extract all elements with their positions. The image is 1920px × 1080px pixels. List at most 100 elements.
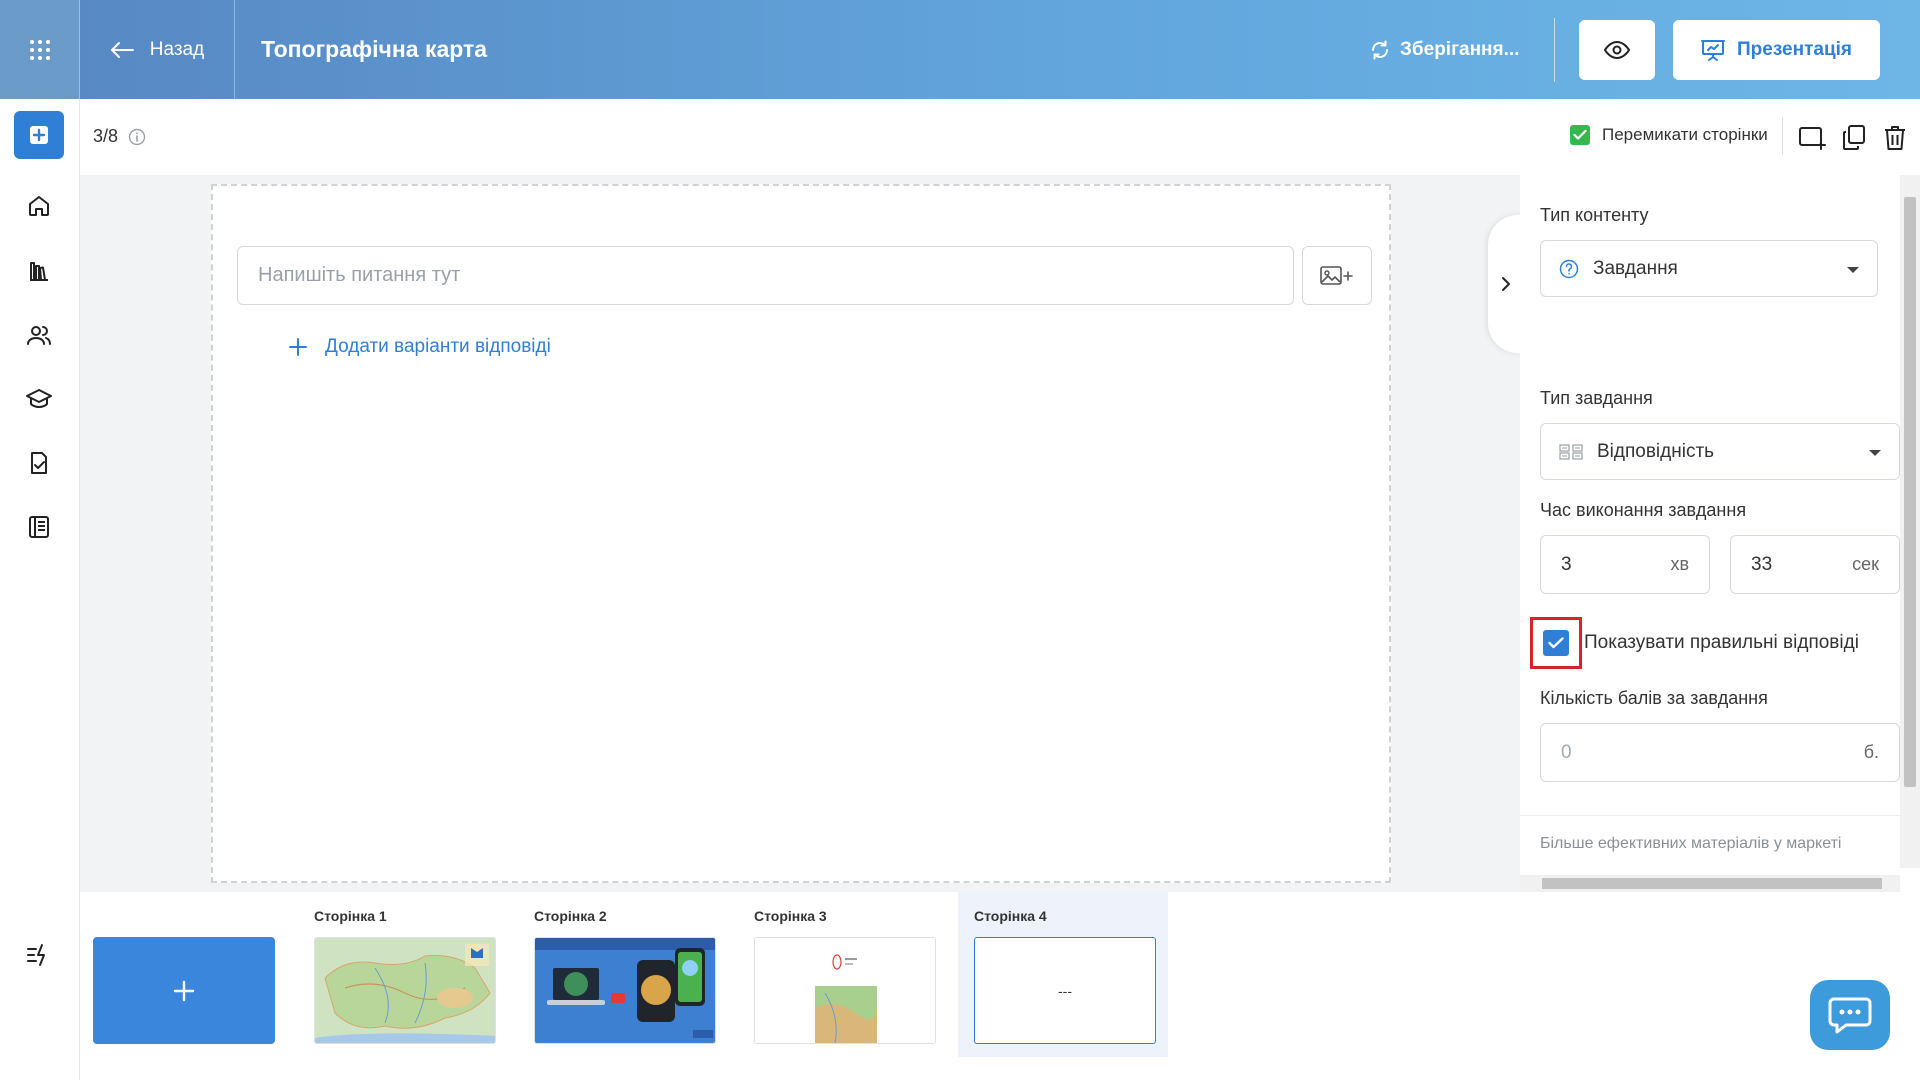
task-type-label: Тип завдання (1540, 388, 1653, 408)
pages-strip: Сторінка 1 Сторінка 2 Сторінка 3 Сторінк… (80, 892, 1920, 1080)
content-type-label: Тип контенту (1540, 205, 1649, 225)
back-label: Назад (149, 38, 205, 60)
journal-icon (29, 516, 49, 538)
duplicate-page-button[interactable] (1839, 123, 1869, 153)
add-answers-label: Додати варіанти відповіді (325, 336, 551, 357)
show-correct-answers-option[interactable]: Показувати правильні відповіді (1530, 617, 1859, 669)
checkmark-icon (1573, 129, 1587, 140)
copy-icon (1843, 125, 1865, 150)
market-link[interactable]: Більше ефективних матеріалів у маркеті (1540, 835, 1841, 853)
saving-status: Зберігання... (1370, 0, 1519, 99)
page-toolbar: 3/8 Перемикати сторінки (80, 99, 1920, 175)
seconds-value: 33 (1751, 553, 1773, 575)
points-input[interactable]: 0 б. (1540, 723, 1900, 782)
content-type-value: Завдання (1593, 257, 1678, 279)
panel-collapse-toggle[interactable] (1488, 215, 1524, 353)
lightning-list-icon (27, 944, 45, 966)
library-icon (30, 262, 48, 281)
chevron-down-icon (1847, 267, 1859, 273)
editor-canvas: Додати варіанти відповіді (80, 175, 1520, 892)
slide-editor: Додати варіанти відповіді (211, 184, 1391, 883)
preview-button[interactable] (1579, 20, 1655, 80)
sidebar-item-tasks[interactable] (24, 448, 54, 478)
scrollbar-thumb[interactable] (1542, 878, 1882, 889)
plus-icon (289, 338, 307, 356)
scrollbar-thumb[interactable] (1904, 197, 1916, 787)
sidebar-item-home[interactable] (24, 191, 54, 221)
slide-preview-image (755, 938, 935, 1043)
devices-preview-image (535, 938, 715, 1043)
image-plus-icon (1320, 265, 1353, 285)
delete-page-button[interactable] (1880, 123, 1910, 153)
question-circle-icon (1559, 259, 1579, 278)
page-preview[interactable] (534, 937, 716, 1044)
points-placeholder: 0 (1561, 741, 1572, 763)
page-counter: 3/8 (93, 126, 146, 147)
question-input[interactable] (237, 246, 1294, 305)
sidebar-item-library[interactable] (24, 256, 54, 286)
page-preview[interactable]: --- (974, 937, 1156, 1044)
home-icon (29, 196, 49, 216)
apps-menu-button[interactable] (0, 0, 80, 99)
checkmark-icon (1548, 637, 1564, 649)
add-page-tool-button[interactable] (1798, 123, 1828, 153)
page-thumbnail-4[interactable]: Сторінка 4 --- (958, 892, 1168, 1057)
chat-bubble-icon (1828, 997, 1872, 1034)
presentation-button[interactable]: Презентація (1673, 20, 1880, 80)
points-unit: б. (1863, 742, 1879, 762)
show-correct-answers-checkbox[interactable] (1530, 617, 1582, 669)
page-thumbnail-3[interactable]: Сторінка 3 (738, 892, 948, 1057)
add-answers-button[interactable]: Додати варіанти відповіді (289, 336, 551, 358)
sidebar-item-users[interactable] (24, 320, 54, 350)
page-thumbnail-1[interactable]: Сторінка 1 (298, 892, 508, 1057)
page-label: Сторінка 1 (314, 908, 387, 924)
sidebar-item-courses[interactable] (24, 384, 54, 414)
seconds-unit: сек (1852, 554, 1879, 574)
page-preview[interactable] (754, 937, 936, 1044)
task-type-select[interactable]: Відповідність (1540, 423, 1900, 480)
support-chat-button[interactable] (1810, 980, 1890, 1050)
page-label: Сторінка 4 (974, 908, 1047, 924)
sync-icon (1371, 40, 1389, 59)
sidebar-item-journal[interactable] (24, 512, 54, 542)
saving-label: Зберігання... (1400, 38, 1520, 60)
page-placeholder-text: --- (1058, 982, 1072, 999)
points-label: Кількість балів за завдання (1540, 688, 1768, 708)
matching-icon (1559, 443, 1583, 460)
left-sidebar (0, 99, 80, 1080)
minutes-input[interactable]: 3 хв (1540, 535, 1710, 594)
page-label: Сторінка 2 (534, 908, 607, 924)
settings-panel: Тип контенту Завдання Тип завдання Відпо… (1520, 175, 1900, 875)
page-label: Сторінка 3 (754, 908, 827, 924)
plus-square-icon (30, 126, 48, 144)
chevron-down-icon (1869, 450, 1881, 456)
switch-pages-label: Перемикати сторінки (1602, 125, 1768, 144)
create-button[interactable] (14, 111, 64, 159)
panel-horizontal-scrollbar[interactable] (1520, 875, 1900, 892)
info-icon[interactable] (128, 128, 146, 146)
panel-divider (1520, 815, 1900, 816)
add-page-icon (1799, 127, 1826, 150)
document-title: Топографічна карта (261, 36, 488, 62)
apps-grid-icon (29, 39, 50, 60)
content-type-select[interactable]: Завдання (1540, 240, 1878, 297)
checkbox-checked (1543, 630, 1569, 656)
map-preview-image (315, 938, 495, 1043)
time-label: Час виконання завдання (1540, 500, 1747, 520)
seconds-input[interactable]: 33 сек (1730, 535, 1900, 594)
trash-icon (1885, 126, 1905, 150)
switch-pages-checkbox[interactable] (1570, 125, 1590, 145)
plus-icon (173, 980, 195, 1001)
sidebar-item-quick-actions[interactable] (24, 940, 54, 970)
eye-icon (1604, 41, 1630, 59)
add-page-button[interactable] (93, 937, 275, 1044)
toolbar-divider (1782, 117, 1783, 155)
page-thumbnail-2[interactable]: Сторінка 2 (518, 892, 728, 1057)
panel-vertical-scrollbar[interactable] (1900, 175, 1920, 868)
top-header: Назад Топографічна карта Зберігання... П… (0, 0, 1920, 99)
minutes-unit: хв (1670, 554, 1689, 574)
switch-pages-toggle[interactable]: Перемикати сторінки (1570, 125, 1768, 145)
add-image-button[interactable] (1302, 246, 1372, 305)
back-button[interactable]: Назад (80, 0, 235, 99)
page-preview[interactable] (314, 937, 496, 1044)
